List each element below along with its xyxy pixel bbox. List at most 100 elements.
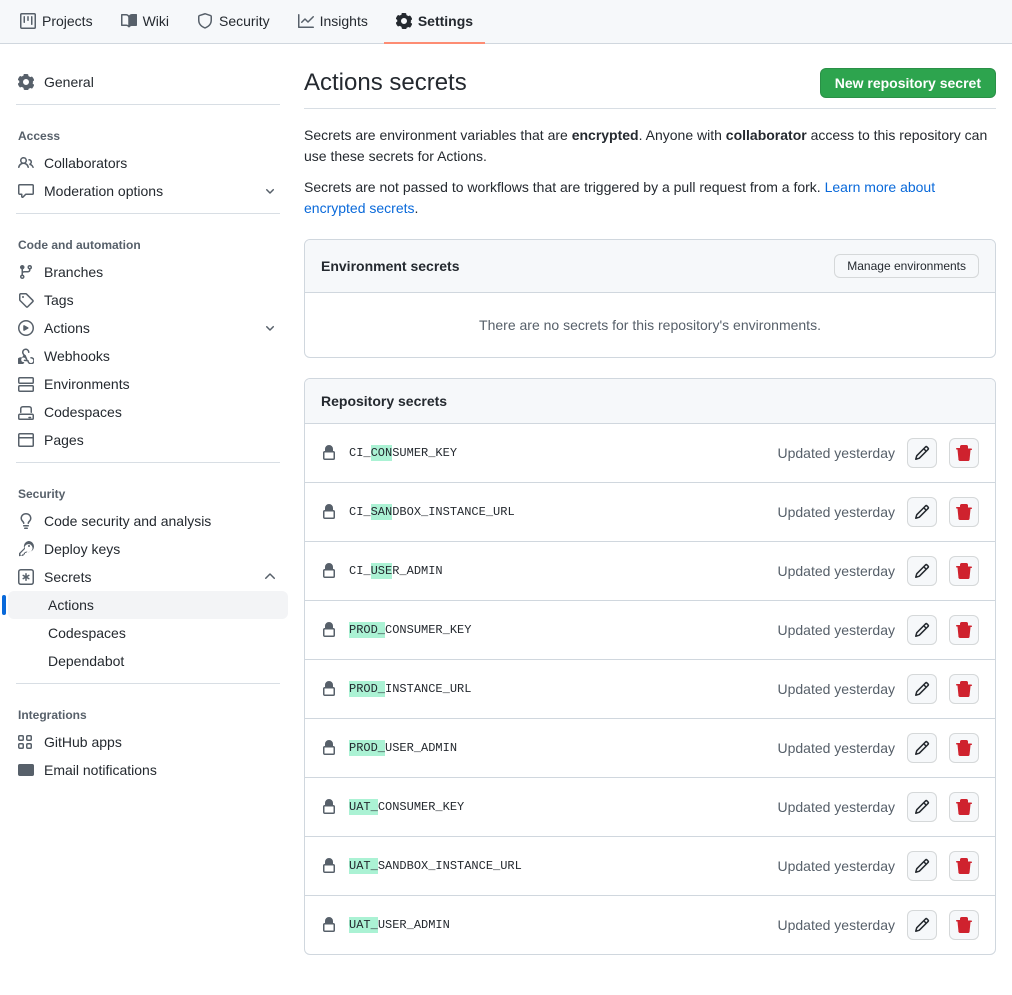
people-icon	[18, 155, 34, 171]
sidebar-branches[interactable]: Branches	[8, 258, 288, 286]
secret-row: PROD_CONSUMER_KEYUpdated yesterday	[305, 600, 995, 659]
sidebar-secrets-actions[interactable]: Actions	[8, 591, 288, 619]
shield-icon	[197, 13, 213, 29]
edit-secret-button[interactable]	[907, 438, 937, 468]
secret-name: UAT_CONSUMER_KEY	[349, 800, 464, 814]
codescan-icon	[18, 513, 34, 529]
sidebar-moderation[interactable]: Moderation options	[8, 177, 288, 205]
edit-secret-button[interactable]	[907, 733, 937, 763]
trash-icon	[956, 622, 972, 638]
gear-icon	[396, 13, 412, 29]
secret-updated: Updated yesterday	[777, 445, 895, 461]
sidebar-github-apps[interactable]: GitHub apps	[8, 728, 288, 756]
secret-updated: Updated yesterday	[777, 917, 895, 933]
pencil-icon	[914, 563, 930, 579]
trash-icon	[956, 740, 972, 756]
webhook-icon	[18, 348, 34, 364]
project-icon	[20, 13, 36, 29]
delete-secret-button[interactable]	[949, 497, 979, 527]
secret-row: UAT_CONSUMER_KEY Updated yesterday	[305, 777, 995, 836]
pencil-icon	[914, 799, 930, 815]
edit-secret-button[interactable]	[907, 615, 937, 645]
key-icon	[18, 541, 34, 557]
trash-icon	[956, 917, 972, 933]
sidebar-environments[interactable]: Environments	[8, 370, 288, 398]
tag-icon	[18, 292, 34, 308]
secret-name: PROD_USER_ADMIN	[349, 741, 457, 755]
git-branch-icon	[18, 264, 34, 280]
sidebar-secrets[interactable]: Secrets	[8, 563, 288, 591]
delete-secret-button[interactable]	[949, 438, 979, 468]
delete-secret-button[interactable]	[949, 910, 979, 940]
repository-secrets-box: Repository secrets CI_CONSUMER_KEYUpdate…	[304, 378, 996, 955]
sidebar-pages[interactable]: Pages	[8, 426, 288, 454]
tab-settings[interactable]: Settings	[384, 0, 485, 44]
secret-updated: Updated yesterday	[777, 799, 895, 815]
sidebar-actions[interactable]: Actions	[8, 314, 288, 342]
secret-name: CI_USER_ADMIN	[349, 564, 443, 578]
delete-secret-button[interactable]	[949, 733, 979, 763]
tab-security[interactable]: Security	[185, 0, 282, 44]
sidebar-deploy-keys[interactable]: Deploy keys	[8, 535, 288, 563]
edit-secret-button[interactable]	[907, 674, 937, 704]
delete-secret-button[interactable]	[949, 556, 979, 586]
tab-insights[interactable]: Insights	[286, 0, 380, 44]
tab-projects[interactable]: Projects	[8, 0, 105, 44]
lock-icon	[321, 563, 337, 579]
browser-icon	[18, 432, 34, 448]
secret-row: CI_CONSUMER_KEYUpdated yesterday	[305, 424, 995, 482]
manage-environments-button[interactable]: Manage environments	[834, 254, 979, 278]
secret-row: PROD_INSTANCE_URL Updated yesterday	[305, 659, 995, 718]
server-icon	[18, 376, 34, 392]
sidebar-codespaces[interactable]: Codespaces	[8, 398, 288, 426]
secret-row: CI_USER_ADMINUpdated yesterday	[305, 541, 995, 600]
lock-icon	[321, 504, 337, 520]
sidebar-email-notifications[interactable]: Email notifications	[8, 756, 288, 784]
chevron-up-icon	[262, 569, 278, 585]
chevron-down-icon	[262, 183, 278, 199]
sidebar-header-security: Security	[8, 471, 288, 507]
sidebar-tags[interactable]: Tags	[8, 286, 288, 314]
sidebar-secrets-codespaces[interactable]: Codespaces	[8, 619, 288, 647]
secret-name: UAT_SANDBOX_INSTANCE_URL	[349, 859, 522, 873]
new-repository-secret-button[interactable]: New repository secret	[820, 68, 996, 98]
graph-icon	[298, 13, 314, 29]
delete-secret-button[interactable]	[949, 674, 979, 704]
delete-secret-button[interactable]	[949, 792, 979, 822]
env-secrets-title: Environment secrets	[321, 258, 460, 274]
sidebar-webhooks[interactable]: Webhooks	[8, 342, 288, 370]
sidebar-code-security[interactable]: Code security and analysis	[8, 507, 288, 535]
delete-secret-button[interactable]	[949, 851, 979, 881]
secret-updated: Updated yesterday	[777, 622, 895, 638]
mail-icon	[18, 762, 34, 778]
edit-secret-button[interactable]	[907, 497, 937, 527]
trash-icon	[956, 504, 972, 520]
comment-discussion-icon	[18, 183, 34, 199]
trash-icon	[956, 681, 972, 697]
chevron-down-icon	[262, 320, 278, 336]
main-content: Actions secrets New repository secret Se…	[296, 44, 1012, 995]
pencil-icon	[914, 622, 930, 638]
edit-secret-button[interactable]	[907, 910, 937, 940]
lock-icon	[321, 681, 337, 697]
secret-name: CI_SANDBOX_INSTANCE_URL	[349, 505, 515, 519]
secret-name: PROD_INSTANCE_URL	[349, 682, 471, 696]
pencil-icon	[914, 917, 930, 933]
repo-tabs: Projects Wiki Security Insights Settings	[0, 0, 1012, 44]
edit-secret-button[interactable]	[907, 556, 937, 586]
secret-row: CI_SANDBOX_INSTANCE_URLUpdated yesterday	[305, 482, 995, 541]
edit-secret-button[interactable]	[907, 792, 937, 822]
sidebar-header-code: Code and automation	[8, 222, 288, 258]
sidebar-general[interactable]: General	[8, 68, 288, 96]
codespaces-icon	[18, 404, 34, 420]
sidebar-secrets-dependabot[interactable]: Dependabot	[8, 647, 288, 675]
tab-wiki[interactable]: Wiki	[109, 0, 181, 44]
delete-secret-button[interactable]	[949, 615, 979, 645]
secret-row: UAT_USER_ADMINUpdated yesterday	[305, 895, 995, 954]
sidebar-collaborators[interactable]: Collaborators	[8, 149, 288, 177]
secret-updated: Updated yesterday	[777, 681, 895, 697]
secret-updated: Updated yesterday	[777, 858, 895, 874]
trash-icon	[956, 563, 972, 579]
edit-secret-button[interactable]	[907, 851, 937, 881]
key-asterisk-icon	[18, 569, 34, 585]
